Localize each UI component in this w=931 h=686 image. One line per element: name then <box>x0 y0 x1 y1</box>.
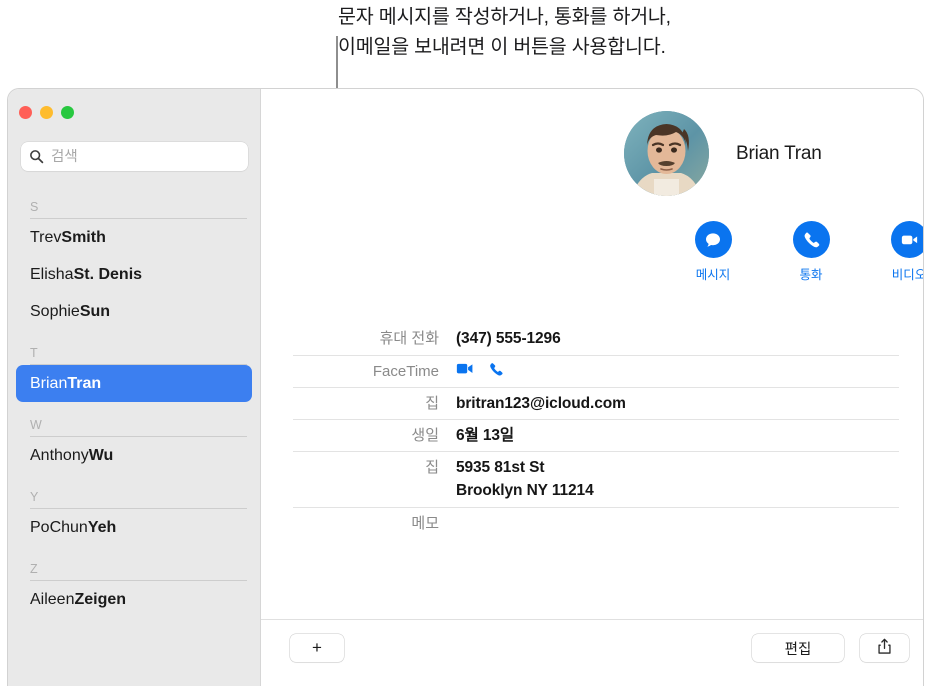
contact-row-pochun-yeh[interactable]: PoChun Yeh <box>16 509 252 546</box>
contact-section-t: T Brian Tran <box>8 330 260 402</box>
bottom-toolbar: + 편집 <box>261 619 923 686</box>
contact-first-name: PoChun <box>30 518 88 536</box>
field-label: 집 <box>425 459 439 476</box>
address-city-state-zip: Brooklyn NY 11214 <box>456 482 594 499</box>
contact-last-name: Smith <box>61 228 106 246</box>
add-contact-button[interactable]: + <box>290 634 344 662</box>
contact-last-name: Zeigen <box>74 590 127 608</box>
contact-row-anthony-wu[interactable]: Anthony Wu <box>16 437 252 474</box>
contact-last-name: Yeh <box>87 518 117 536</box>
field-label: 메모 <box>411 515 439 532</box>
address-street: 5935 81st St <box>456 459 545 476</box>
field-row-mobile-phone[interactable]: 휴대 전화 (347) 555-1296 <box>293 323 899 355</box>
contact-first-name: Sophie <box>30 302 80 320</box>
section-header-letter: T <box>30 346 38 360</box>
maximize-button[interactable] <box>61 106 74 119</box>
field-row-notes[interactable]: 메모 <box>293 507 899 547</box>
message-action-button[interactable]: 메시지 <box>691 221 735 283</box>
close-button[interactable] <box>19 106 32 119</box>
contact-last-name: St. Denis <box>73 265 143 283</box>
section-header-letter: Z <box>30 562 38 576</box>
section-header-letter: W <box>30 418 43 432</box>
contact-first-name: Elisha <box>30 265 74 283</box>
share-button[interactable] <box>860 634 909 662</box>
share-icon <box>877 638 892 659</box>
window-controls <box>19 106 74 119</box>
video-action-button[interactable]: 비디오 <box>887 221 923 283</box>
contacts-window: S Trev Smith Elisha St. Denis Sophie Sun… <box>8 89 923 686</box>
contact-section-y: Y PoChun Yeh <box>8 474 260 546</box>
search-icon <box>29 149 44 164</box>
contact-row-elisha-st-denis[interactable]: Elisha St. Denis <box>16 256 252 293</box>
facetime-audio-icon[interactable] <box>488 361 504 382</box>
quick-action-buttons: 메시지 통화 비디오 <box>691 221 923 283</box>
message-bubble-icon <box>694 221 732 258</box>
contact-row-sophie-sun[interactable]: Sophie Sun <box>16 293 252 330</box>
contact-last-name: Tran <box>67 374 102 392</box>
edit-button-label: 편집 <box>784 641 812 658</box>
video-camera-icon <box>890 221 923 258</box>
message-action-label: 메시지 <box>695 268 731 282</box>
avatar[interactable] <box>624 111 709 196</box>
contact-list[interactable]: S Trev Smith Elisha St. Denis Sophie Sun… <box>8 184 260 686</box>
contact-section-s: S Trev Smith Elisha St. Denis Sophie Sun <box>8 184 260 330</box>
call-action-button[interactable]: 통화 <box>789 221 833 283</box>
contact-detail-pane: Brian Tran 메시지 통화 비디오 휴대 전화 (347) 555-12… <box>261 89 923 686</box>
section-header-letter: S <box>30 200 39 214</box>
plus-icon: + <box>312 638 322 657</box>
contact-section-z: Z Aileen Zeigen <box>8 546 260 618</box>
contact-last-name: Sun <box>79 302 111 320</box>
field-label: FaceTime <box>372 363 439 380</box>
contact-header: Brian Tran <box>624 111 822 196</box>
video-action-label: 비디오 <box>891 268 923 282</box>
edit-button[interactable]: 편집 <box>752 634 844 662</box>
sidebar: S Trev Smith Elisha St. Denis Sophie Sun… <box>8 89 261 686</box>
contact-first-name: Brian <box>30 374 68 392</box>
search-field[interactable] <box>21 142 248 171</box>
contact-row-aileen-zeigen[interactable]: Aileen Zeigen <box>16 581 252 618</box>
facetime-icons <box>456 360 504 383</box>
contact-last-name: Wu <box>88 446 114 464</box>
contact-fields: 휴대 전화 (347) 555-1296 FaceTime 집 britran1… <box>293 323 899 547</box>
search-input[interactable] <box>51 148 240 165</box>
field-row-birthday[interactable]: 생일 6월 13일 <box>293 419 899 451</box>
section-header-letter: Y <box>30 490 39 504</box>
contact-first-name: Anthony <box>30 446 89 464</box>
field-row-email-home[interactable]: 집 britran123@icloud.com <box>293 387 899 419</box>
field-value-phone: (347) 555-1296 <box>456 330 561 347</box>
contact-name: Brian Tran <box>736 142 822 164</box>
field-label: 집 <box>425 395 439 412</box>
minimize-button[interactable] <box>40 106 53 119</box>
field-row-address-home[interactable]: 집 5935 81st St Brooklyn NY 11214 <box>293 451 899 507</box>
field-value-email: britran123@icloud.com <box>456 395 626 412</box>
field-label: 휴대 전화 <box>379 330 439 347</box>
contact-first-name: Aileen <box>30 590 75 608</box>
contact-row-brian-tran[interactable]: Brian Tran <box>16 365 252 402</box>
field-value-address: 5935 81st St Brooklyn NY 11214 <box>456 456 594 502</box>
field-label: 생일 <box>411 427 439 444</box>
facetime-video-icon[interactable] <box>456 362 475 381</box>
call-action-label: 통화 <box>799 268 823 282</box>
contact-section-w: W Anthony Wu <box>8 402 260 474</box>
contact-first-name: Trev <box>30 228 62 246</box>
field-row-facetime[interactable]: FaceTime <box>293 355 899 387</box>
field-value-birthday: 6월 13일 <box>456 427 515 444</box>
callout-annotation-text: 문자 메시지를 작성하거나, 통화를 하거나, 이메일을 보내려면 이 버튼을 … <box>338 6 671 58</box>
phone-icon <box>792 221 830 258</box>
contact-row-trev-smith[interactable]: Trev Smith <box>16 219 252 256</box>
